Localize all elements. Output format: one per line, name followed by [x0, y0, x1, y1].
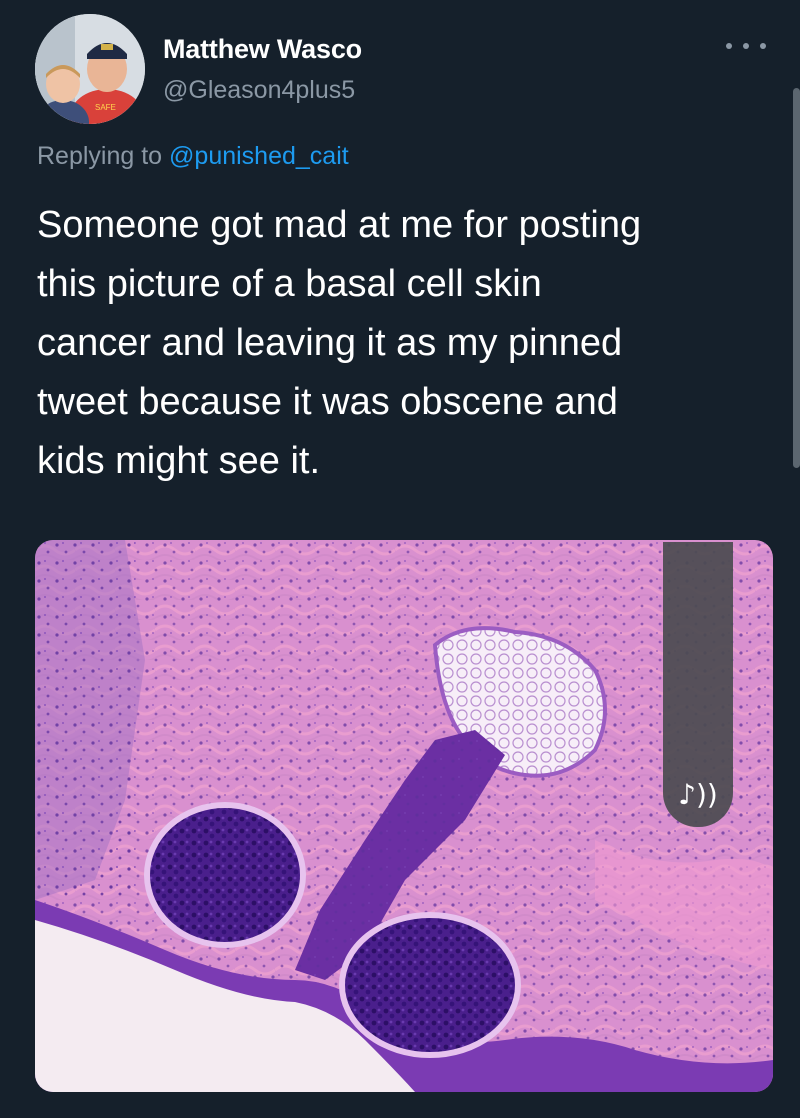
scrollbar[interactable]: [793, 88, 800, 468]
svg-text:SAFE: SAFE: [95, 103, 116, 112]
tweet-text: Someone got mad at me for posting this p…: [37, 204, 642, 482]
author-name[interactable]: Matthew Wasco: [163, 34, 362, 65]
replying-to-prefix: Replying to: [37, 142, 170, 170]
more-options-icon[interactable]: [726, 34, 766, 58]
replying-to: Replying to @punished_cait: [37, 142, 349, 171]
sound-icon[interactable]: ♪)): [672, 772, 724, 816]
dot: [726, 43, 732, 49]
dot: [743, 43, 749, 49]
avatar[interactable]: SAFE: [35, 14, 145, 124]
author-handle[interactable]: @Gleason4plus5: [163, 76, 355, 105]
reply-mention-link[interactable]: @punished_cait: [169, 142, 349, 170]
tweet: SAFE Matthew Wasco @Gleason4plus5 Replyi…: [0, 0, 800, 1118]
dot: [760, 43, 766, 49]
